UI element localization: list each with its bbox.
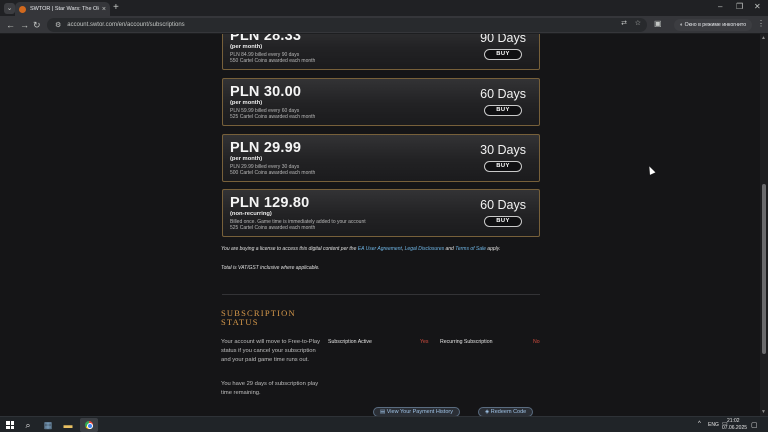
plan-card-90-days: PLN 28.33 (per month) PLN 84.99 billed e…: [222, 34, 540, 70]
plan-days: 60 Days: [480, 87, 526, 101]
plan-period: (per month): [230, 100, 263, 106]
redeem-code-label: Redeem Code: [490, 409, 527, 415]
plan-coins: 525 Cartel Coins awarded each month: [230, 114, 316, 120]
file-explorer-icon[interactable]: ▬: [62, 419, 74, 431]
plan-card-non-recurring: PLN 129.80 (non-recurring) Billed once. …: [222, 189, 540, 237]
and-text: and: [444, 246, 456, 252]
license-notice: You are buying a license to access this …: [221, 246, 541, 253]
remaining-time-info: You have 29 days of subscription play ti…: [221, 381, 319, 396]
tab-search-button[interactable]: ⌄: [4, 3, 15, 14]
plan-coins: 500 Cartel Coins awarded each month: [230, 170, 316, 176]
incognito-label: Окно в режиме инкогнито: [684, 22, 747, 28]
browser-toolbar: ← → ↻ ⚙ account.swtor.com/en/account/sub…: [0, 16, 768, 34]
heading-line-2: STATUS: [221, 317, 259, 327]
plan-card-60-days: PLN 30.00 (per month) PLN 59.99 billed e…: [222, 78, 540, 126]
plan-price: PLN 129.80: [230, 195, 310, 211]
windows-taskbar: ⌕ ▦ ▬ ^ ENG ▭ 21:02 07.06.2025 ▢: [0, 416, 768, 432]
swtor-favicon-icon: [19, 5, 26, 13]
bookmark-star-icon[interactable]: ☆: [635, 20, 641, 27]
vat-notice: Total is VAT/GST inclusive where applica…: [221, 265, 320, 271]
scrollbar-thumb[interactable]: [762, 184, 766, 354]
plan-days: 60 Days: [480, 198, 526, 212]
reload-icon[interactable]: ↻: [33, 18, 41, 32]
recurring-subscription-label: Recurring Subscription: [440, 339, 493, 345]
restore-button[interactable]: ❐: [736, 2, 743, 11]
plan-price: PLN 30.00: [230, 84, 302, 100]
new-tab-button[interactable]: +: [113, 2, 119, 13]
clock-date[interactable]: 07.06.2025: [722, 425, 747, 431]
notifications-icon[interactable]: ▢: [751, 421, 758, 429]
chrome-icon: [85, 421, 93, 429]
address-bar[interactable]: ⚙ account.swtor.com/en/account/subscript…: [47, 18, 647, 32]
plan-days: 30 Days: [480, 143, 526, 157]
browser-menu-icon[interactable]: ⋮: [757, 19, 765, 28]
back-icon[interactable]: ←: [6, 18, 15, 32]
apply-text: apply.: [485, 246, 501, 252]
buy-button[interactable]: BUY: [484, 105, 522, 116]
tab-close-icon[interactable]: ×: [102, 6, 106, 13]
close-window-button[interactable]: ✕: [754, 2, 761, 11]
plan-coins: 550 Cartel Coins awarded each month: [230, 58, 316, 64]
chrome-taskbar-button[interactable]: [80, 418, 98, 432]
free-to-play-info: Your account will move to Free-to-Play s…: [221, 339, 321, 363]
terms-of-sale-link[interactable]: Terms of Sale: [455, 246, 486, 252]
browser-tab-strip: ⌄ SWTOR | Star Wars: The Old Re × + – ❐ …: [0, 0, 768, 16]
plan-period: (non-recurring): [230, 211, 272, 217]
buy-button[interactable]: BUY: [484, 216, 522, 227]
browser-tab[interactable]: SWTOR | Star Wars: The Old Re ×: [15, 2, 110, 16]
payment-history-label: View Your Payment History: [386, 409, 453, 415]
extensions-icon[interactable]: ▣: [654, 19, 662, 28]
ea-user-agreement-link[interactable]: EA User Agreement: [358, 246, 402, 252]
page-scrollbar[interactable]: ▲ ▼: [760, 34, 768, 416]
scroll-down-icon[interactable]: ▼: [761, 409, 766, 415]
section-divider: [222, 294, 540, 295]
search-icon[interactable]: ⌕: [22, 419, 34, 431]
calculator-app-icon[interactable]: ▦: [42, 419, 54, 431]
windows-start-icon[interactable]: [6, 421, 14, 429]
scroll-up-icon[interactable]: ▲: [761, 35, 766, 41]
tray-chevron-icon[interactable]: ^: [698, 421, 701, 427]
license-text: You are buying a license to access this …: [221, 246, 358, 252]
plan-card-30-days: PLN 29.99 (per month) PLN 29.99 billed e…: [222, 134, 540, 182]
omnibox-actions: ⇄ ☆: [621, 19, 641, 27]
page-content: PLN 28.33 (per month) PLN 84.99 billed e…: [0, 34, 760, 416]
buy-button[interactable]: BUY: [484, 49, 522, 60]
tab-title: SWTOR | Star Wars: The Old Re: [30, 6, 99, 12]
plan-days: 90 Days: [480, 34, 526, 45]
plan-coins: 525 Cartel Coins awarded each month: [230, 225, 316, 231]
legal-disclosures-link[interactable]: Legal Disclosures: [405, 246, 444, 252]
buy-button[interactable]: BUY: [484, 161, 522, 172]
plan-price: PLN 28.33: [230, 34, 302, 44]
subscription-status-heading: SUBSCRIPTION STATUS: [221, 309, 296, 327]
subscription-active-value: Yes: [420, 339, 429, 345]
plan-price: PLN 29.99: [230, 140, 302, 156]
plan-period: (per month): [230, 156, 263, 162]
clock-time[interactable]: 21:02: [727, 418, 740, 424]
translate-icon[interactable]: ⇄: [621, 20, 627, 27]
plan-period: (per month): [230, 44, 263, 50]
forward-icon[interactable]: →: [20, 18, 29, 32]
subscription-active-label: Subscription Active: [328, 339, 372, 345]
receipt-icon: ▤: [380, 409, 387, 415]
recurring-subscription-value: No: [533, 339, 540, 345]
incognito-indicator[interactable]: ◐ Окно в режиме инкогнито: [674, 19, 753, 31]
minimize-button[interactable]: –: [718, 2, 722, 11]
site-info-icon[interactable]: ⚙: [55, 21, 61, 29]
url-text: account.swtor.com/en/account/subscriptio…: [67, 22, 185, 28]
language-indicator[interactable]: ENG: [708, 422, 719, 428]
